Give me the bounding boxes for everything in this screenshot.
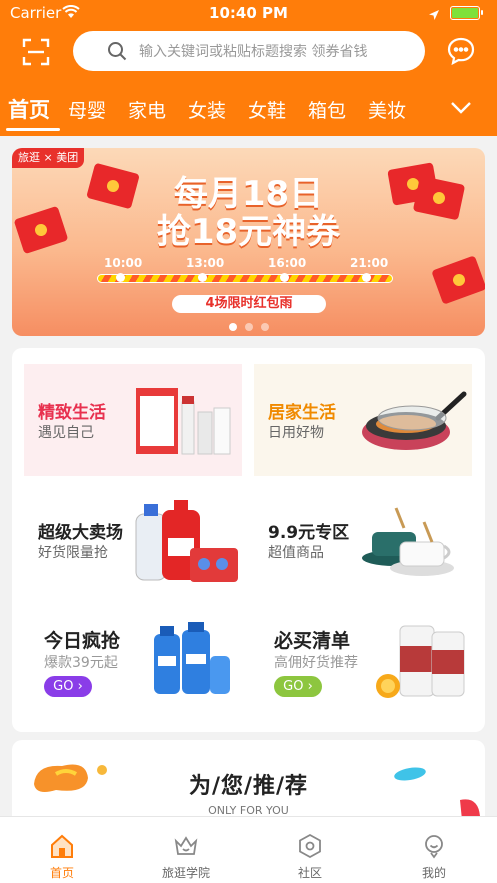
tabbar-label: 首页 [49,866,74,880]
tab-appliances[interactable]: 家电 [128,96,166,123]
pager-dot[interactable] [244,323,253,331]
tabbar-label: 我的 [421,866,446,880]
brand-tag: 旅逛 × 美团 [12,148,85,168]
bottom-tab-bar: 首页 旅逛学院 社区 我的 [0,816,497,883]
tile-subtitle: 日用好物 [268,425,324,441]
go-button-label: GO [53,679,74,694]
tabbar-item-profile[interactable]: 我的 [372,817,496,883]
pager-dot[interactable] [260,323,269,331]
category-tabs: 首页 母婴 家电 女装 女鞋 箱包 美妆 [0,86,497,134]
tile-9-9-zone[interactable]: 9.9元专区 超值商品 [254,488,472,600]
laundry-detergent-image [154,622,230,694]
tabbar-item-academy[interactable]: 旅逛学院 [124,817,248,883]
pager-dot[interactable] [228,323,237,331]
tile-subtitle: 好货限量抢 [38,545,108,561]
tile-title: 居家生活 [268,403,336,423]
tile-subtitle: 超值商品 [268,545,324,561]
timeline-track [97,274,393,283]
tile-title: 超级大卖场 [38,523,123,543]
timeline-dot [116,273,125,282]
tab-womens-shoes[interactable]: 女鞋 [248,96,286,123]
go-button-label: GO [283,679,304,694]
detergent-image [135,500,238,582]
tile-home-life[interactable]: 居家生活 日用好物 [254,364,472,476]
header: 输入关键词或粘贴标题搜索 领券省钱 首页 母婴 家电 女装 女鞋 箱包 美妆 [0,26,497,136]
banner-title-line2: 抢18元神券 [156,212,341,252]
tile-super-mall[interactable]: 超级大卖场 好货限量抢 [24,488,242,600]
status-bar: Carrier 10:40 PM [0,0,497,26]
supplements-image [376,625,465,698]
tile-subtitle: 爆款39元起 [44,655,118,671]
active-tab-indicator [6,128,60,131]
community-icon [297,833,323,859]
profile-icon [421,833,447,859]
battery-icon [450,6,483,20]
tab-beauty[interactable]: 美妆 [368,96,406,123]
tile-title: 必买清单 [274,630,351,652]
tile-today-rush[interactable]: 今日疯抢 爆款39元起 GO › [24,612,242,724]
category-card: 精致生活 遇见自己 居家生活 日用好物 超级大卖场 好货限量抢 9.9元专区 超… [12,348,485,732]
red-envelope-icon [431,255,485,305]
clock: 10:40 PM [209,4,288,22]
red-packet-rain-pill: 4场限时红包雨 [172,295,326,313]
chevron-down-icon[interactable] [448,96,474,120]
home-icon [49,833,75,859]
message-icon[interactable] [446,36,476,66]
time-slot: 21:00 [350,256,389,270]
cups-image [362,507,454,576]
cosmetics-image [136,388,231,455]
frying-pan-image [362,391,467,450]
search-input[interactable]: 输入关键词或粘贴标题搜索 领券省钱 [73,31,425,71]
time-slot: 10:00 [104,256,143,270]
tabbar-label: 社区 [297,866,322,880]
tile-must-buy[interactable]: 必买清单 高佣好货推荐 GO › [254,612,472,724]
tile-refined-life[interactable]: 精致生活 遇见自己 [24,364,242,476]
recommend-title: 为/您/推/荐 [188,774,309,799]
academy-icon [173,833,199,859]
search-icon [107,41,127,65]
tab-home[interactable]: 首页 [8,94,50,124]
tile-subtitle: 遇见自己 [38,425,94,441]
tab-baby[interactable]: 母婴 [68,96,106,123]
location-icon [428,6,440,25]
go-button[interactable]: GO › [44,676,92,697]
search-placeholder: 输入关键词或粘贴标题搜索 领券省钱 [139,44,368,60]
tab-womens-clothing[interactable]: 女装 [188,96,226,123]
tile-title: 精致生活 [38,403,106,423]
time-slot: 16:00 [268,256,307,270]
tab-bags[interactable]: 箱包 [308,96,346,123]
tile-subtitle: 高佣好货推荐 [274,655,358,671]
time-slot: 13:00 [186,256,225,270]
go-button[interactable]: GO › [274,676,322,697]
tile-title: 9.9元专区 [268,523,350,543]
timeline-dot [362,273,371,282]
scan-icon[interactable] [22,38,50,66]
tile-title: 今日疯抢 [44,630,121,652]
timeline-dot [280,273,289,282]
timeline-dot [198,273,207,282]
tabbar-item-home[interactable]: 首页 [0,817,124,883]
promo-banner[interactable]: 旅逛 × 美团 每月18日 抢18元神券 10:00 13:00 16:00 2… [12,148,485,336]
time-slots: 10:00 13:00 16:00 21:00 [98,256,398,270]
banner-pager [12,316,485,335]
tabbar-item-community[interactable]: 社区 [248,817,372,883]
tabbar-label: 旅逛学院 [161,866,210,880]
